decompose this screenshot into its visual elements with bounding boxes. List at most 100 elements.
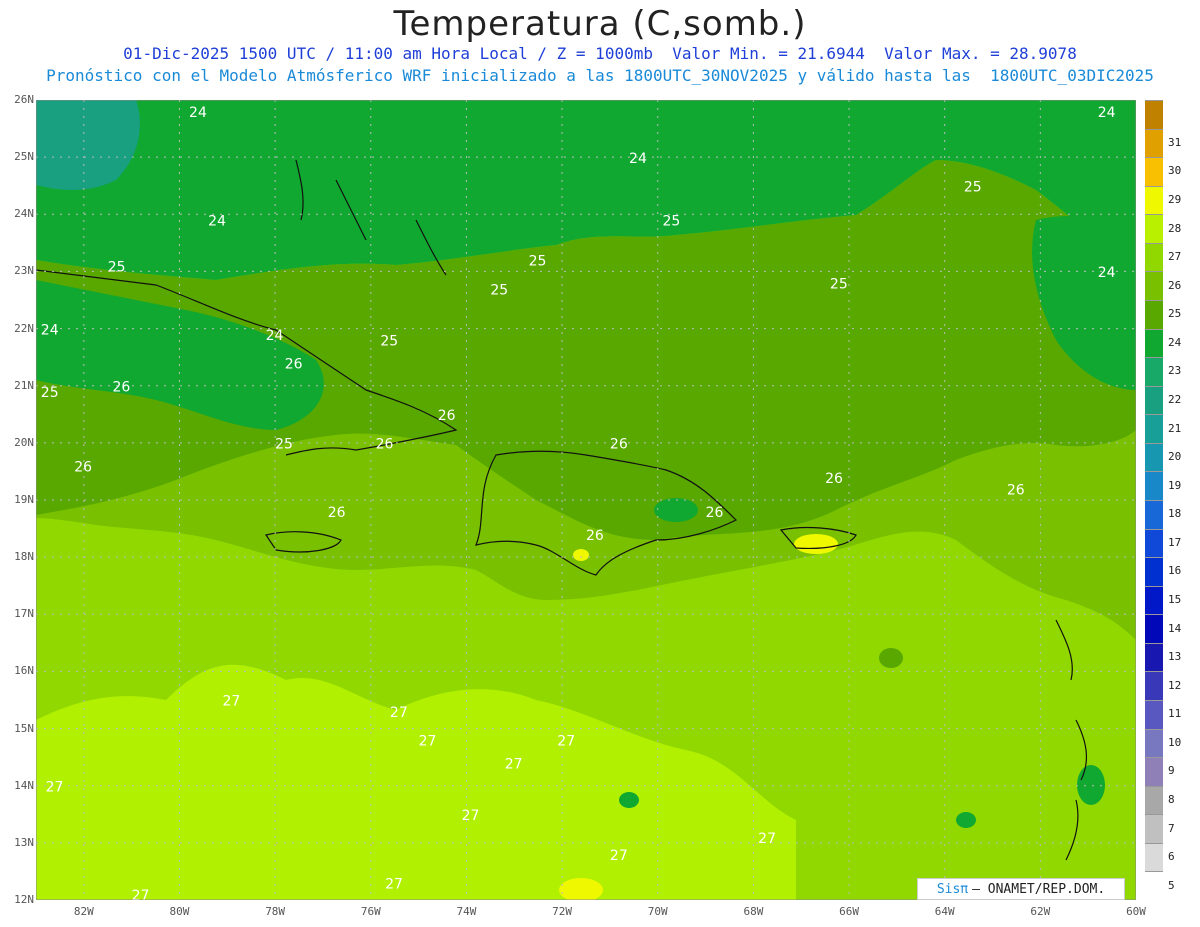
lat-tick-label: 14N	[14, 778, 34, 792]
colorbar-label: 5	[1168, 878, 1175, 892]
colorbar-cell	[1145, 100, 1163, 130]
lon-tick-label: 68W	[743, 905, 764, 918]
contour-label: 27	[462, 808, 480, 824]
lon-tick-label: 64W	[934, 905, 955, 918]
contour-label: 25	[41, 385, 59, 401]
colorbar-label: 29	[1168, 193, 1182, 206]
lon-tick-label: 74W	[456, 905, 477, 918]
contour-label: 25	[380, 334, 398, 350]
colorbar-cell	[1145, 757, 1163, 787]
lat-tick-label: 13N	[14, 835, 34, 849]
contour-label: 27	[610, 848, 628, 864]
temperature-map: 24 24 24 24 24 24 24 25 25 25 25 25 25 25 25 25 26 26 26 26…	[36, 100, 1136, 900]
colorbar-cell	[1145, 214, 1163, 244]
lat-tick-label: 17N	[14, 607, 34, 621]
contour-label: 24	[41, 322, 59, 338]
colorbar-label: 27	[1168, 250, 1182, 264]
cool-spot-4	[619, 792, 639, 808]
colorbar-cell	[1145, 271, 1163, 301]
colorbar-cell	[1145, 528, 1163, 559]
colorbar-cell	[1145, 185, 1163, 216]
forecast-time-line: 01-Dic-2025 1500 UTC / 11:00 am Hora Loc…	[123, 44, 1077, 63]
colorbar-cell	[1145, 814, 1163, 844]
colorbar-label: 31	[1168, 135, 1182, 149]
colorbar-cell	[1145, 500, 1163, 530]
colorbar-label: 14	[1168, 621, 1182, 635]
lat-tick-label: 22N	[14, 321, 34, 335]
colorbar-cell	[1145, 671, 1163, 701]
warm-patch-pr	[794, 534, 838, 554]
colorbar-label: 20	[1168, 450, 1182, 464]
colorbar-label: 7	[1168, 821, 1175, 835]
colorbar-cell	[1145, 614, 1163, 644]
cool-spot-1	[879, 648, 903, 668]
contour-label: 27	[419, 734, 437, 750]
contour-label: 27	[223, 694, 241, 710]
contour-label: 25	[275, 437, 293, 453]
contour-label: 26	[586, 528, 604, 544]
colorbar-cell	[1145, 728, 1163, 759]
contour-label: 25	[108, 259, 126, 275]
colorbar-cell	[1145, 385, 1163, 416]
contour-label: 27	[385, 877, 403, 893]
colorbar-label: 12	[1168, 678, 1182, 692]
colorbar-cell	[1145, 871, 1163, 901]
colorbar-label: 24	[1168, 335, 1182, 349]
contour-label: 25	[529, 254, 547, 270]
lon-tick-label: 66W	[839, 905, 859, 918]
colorbar-cell	[1145, 642, 1163, 673]
colorbar-label: 21	[1168, 421, 1182, 435]
credit-badge: Sisπ – ONAMET/REP.DOM.	[917, 878, 1125, 900]
lat-tick-label: 18N	[14, 550, 34, 564]
cool-spot-hisp	[654, 498, 698, 522]
colorbar-label: 30	[1168, 164, 1182, 178]
colorbar-cell	[1145, 785, 1163, 816]
contour-label: 27	[390, 705, 408, 721]
contour-label: 26	[376, 437, 394, 453]
lon-tick-label: 78W	[265, 905, 286, 918]
lat-tick-label: 12N	[14, 893, 34, 906]
colorbar-label: 16	[1168, 564, 1182, 578]
colorbar-label: 26	[1168, 278, 1182, 292]
colorbar-cell	[1145, 242, 1163, 273]
cool-spot-2	[956, 812, 976, 828]
colorbar-label: 17	[1168, 535, 1182, 549]
model-info-line: Pronóstico con el Modelo Atmósferico WRF…	[46, 66, 1154, 85]
colorbar-cell	[1145, 157, 1163, 187]
colorbar-label: 13	[1168, 650, 1182, 664]
lat-tick-label: 25N	[14, 150, 34, 164]
contour-label: 27	[505, 757, 523, 773]
colorbar-cell	[1145, 300, 1163, 330]
lon-tick-label: 80W	[169, 905, 190, 918]
lon-tick-label: 60W	[1126, 905, 1146, 918]
contour-label: 26	[1007, 482, 1025, 498]
colorbar-cell	[1145, 442, 1163, 473]
contour-label: 26	[113, 379, 131, 395]
contour-label: 26	[74, 459, 92, 475]
colorbar-cell	[1145, 414, 1163, 444]
map-title: Temperatura (C,somb.)	[393, 4, 807, 44]
contour-label: 26	[438, 408, 456, 424]
contour-label: 24	[266, 328, 284, 344]
contour-label: 26	[610, 437, 628, 453]
colorbar-cell	[1145, 471, 1163, 501]
contour-label: 25	[830, 277, 848, 293]
contour-label: 27	[758, 831, 776, 847]
colorbar-cell	[1145, 700, 1163, 730]
contour-label: 24	[208, 214, 226, 230]
colorbar-label: 18	[1168, 507, 1182, 521]
lat-tick-label: 21N	[14, 378, 34, 392]
contour-label: 26	[328, 505, 346, 521]
colorbar-cell	[1145, 842, 1163, 873]
colorbar-label: 8	[1168, 793, 1175, 806]
colorbar-label: 15	[1168, 593, 1182, 606]
colorbar-label: 10	[1168, 735, 1182, 749]
colorbar-cell	[1145, 357, 1163, 387]
colorbar-label: 28	[1168, 221, 1182, 235]
contour-label: 24	[629, 151, 647, 167]
credit-text: – ONAMET/REP.DOM.	[972, 881, 1106, 897]
lat-tick-label: 19N	[14, 493, 34, 506]
colorbar-cell	[1145, 557, 1163, 587]
lon-tick-label: 62W	[1030, 905, 1051, 918]
contour-label: 27	[132, 888, 150, 900]
